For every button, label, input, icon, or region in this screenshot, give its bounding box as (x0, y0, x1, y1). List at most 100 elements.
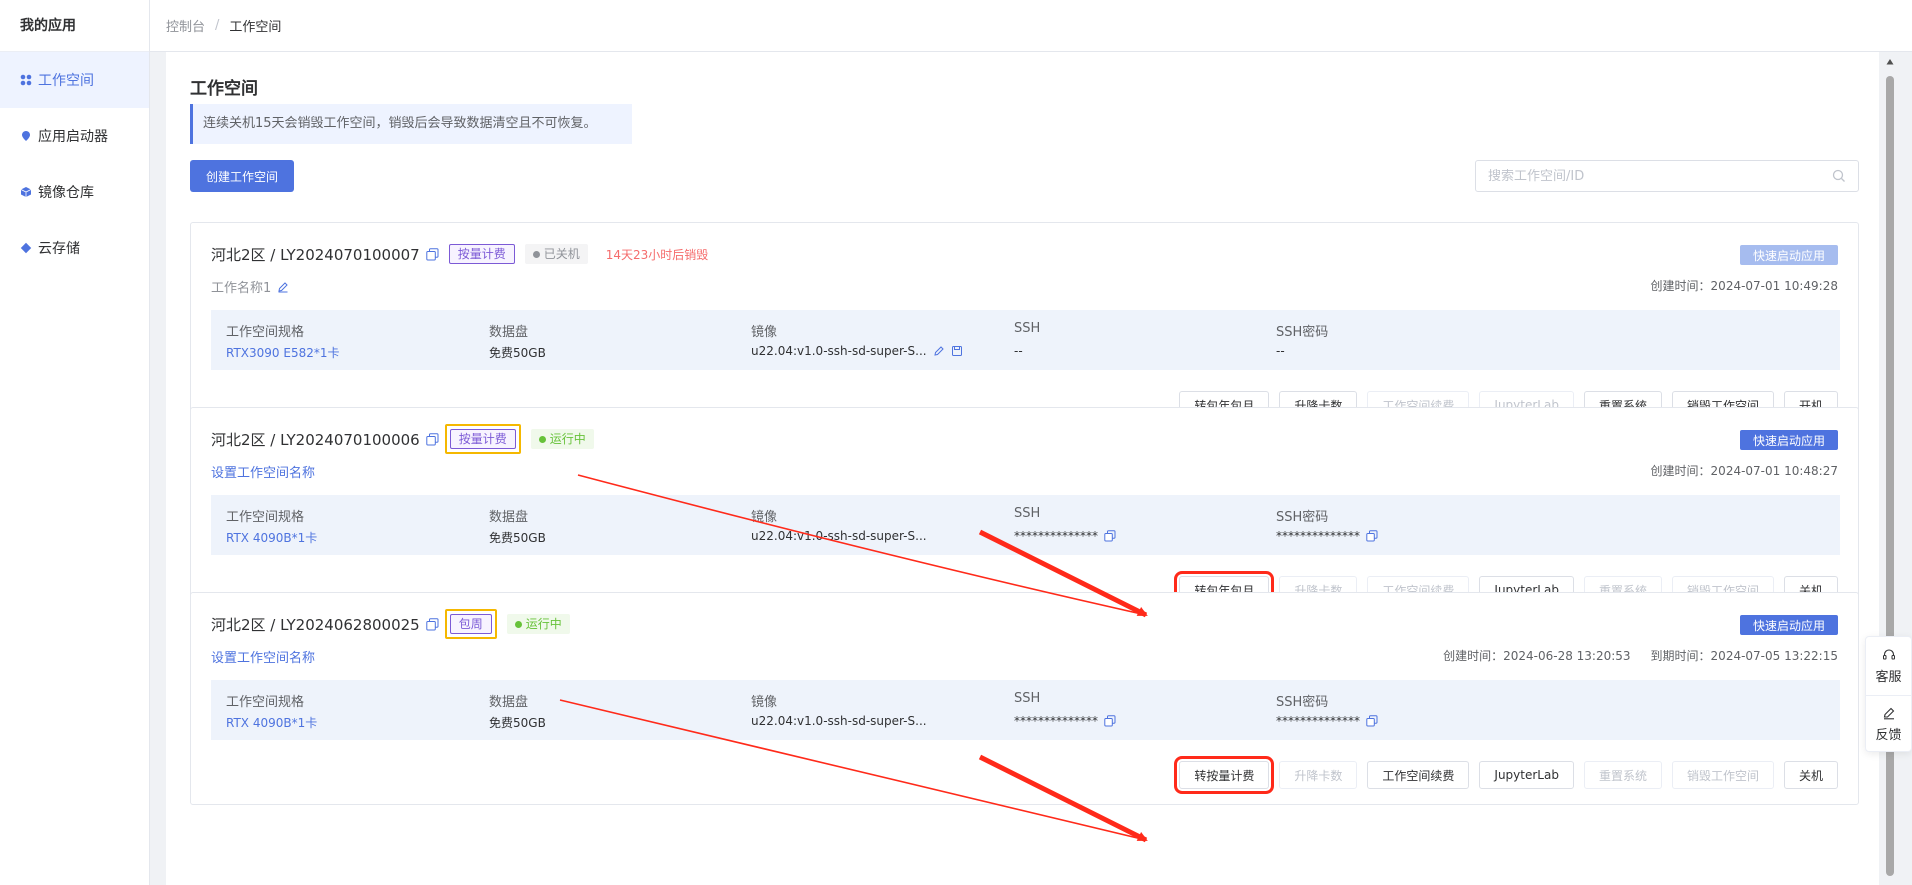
time-info: 创建时间：2024-06-28 13:20:53 到期时间：2024-07-05 … (1443, 647, 1838, 664)
sidebar-item-cloud-storage[interactable]: 云存储 (0, 220, 149, 276)
customer-service-button[interactable]: 客服 (1866, 637, 1911, 695)
quick-launch-button[interactable]: 快速启动应用 (1740, 245, 1838, 265)
workspace-info-panel: 工作空间规格 RTX 4090B*1卡 数据盘 免费50GB 镜像 u22.04:v1… (211, 680, 1840, 740)
customer-service-label: 客服 (1875, 669, 1902, 685)
image-label: 镜像 (751, 695, 778, 710)
workspace-label: 工作名称1 (211, 281, 272, 296)
billing-tag: 按量计费 (448, 244, 515, 264)
notice-banner: 连续关机15天会销毁工作空间，销毁后会导致数据清空且不可恢复。 (190, 104, 632, 144)
workspace-subtitle: 工作名称1 (211, 277, 289, 296)
headset-icon (1882, 648, 1895, 659)
reset-system-button[interactable]: 重置系统 (1583, 761, 1662, 789)
destroy-countdown: 14天23小时后销毁 (605, 247, 709, 262)
cloud-icon (20, 242, 32, 254)
image-field: u22.04:v1.0-ssh-sd-super-S... (751, 344, 963, 358)
disk-label: 数据盘 (489, 695, 529, 710)
status-text: 运行中 (549, 432, 586, 446)
power-off-button[interactable]: 关机 (1783, 761, 1838, 789)
copy-icon[interactable] (1104, 530, 1116, 542)
disk-value: 免费50GB (489, 531, 546, 545)
ssh-password-value: -- (1276, 344, 1285, 358)
action-bar: 转按量计费 升降卡数 工作空间续费 JupyterLab 重置系统 销毁工作空间… (1169, 756, 1838, 794)
status-badge: 已关机 (524, 244, 588, 264)
disk-label: 数据盘 (489, 510, 529, 525)
feedback-button[interactable]: 反馈 (1866, 695, 1911, 753)
search-input[interactable] (1488, 168, 1832, 184)
workspace-card: 河北2区 / LY2024062800025 包周 运行中 快速启动应用 设置工… (190, 592, 1859, 805)
floating-service-panel: 客服 反馈 (1865, 636, 1912, 752)
copy-icon[interactable] (1366, 715, 1378, 727)
ssh-password-field: ************** (1276, 529, 1378, 543)
status-badge: 运行中 (506, 614, 570, 634)
scroll-thumb[interactable] (1886, 76, 1894, 876)
sidebar-item-workspace[interactable]: 工作空间 (0, 52, 149, 108)
image-label: 镜像 (751, 510, 778, 525)
sidebar-title: 我的应用 (0, 0, 149, 52)
image-value: u22.04:v1.0-ssh-sd-super-S... (751, 344, 927, 358)
spec-value[interactable]: RTX 4090B*1卡 (226, 529, 317, 546)
spec-value[interactable]: RTX 4090B*1卡 (226, 714, 317, 731)
ssh-value: ************** (1014, 529, 1098, 543)
sidebar-item-label: 工作空间 (38, 73, 94, 89)
status-dot (538, 435, 546, 443)
spec-label: 工作空间规格 (226, 510, 305, 525)
feedback-label: 反馈 (1875, 728, 1902, 743)
breadcrumb-separator: / (215, 18, 220, 33)
ssh-label: SSH (1014, 691, 1041, 706)
ssh-label: SSH (1014, 321, 1041, 336)
set-name-link[interactable]: 设置工作空间名称 (211, 647, 315, 666)
copy-icon[interactable] (426, 247, 439, 261)
jupyterlab-button[interactable]: JupyterLab (1479, 761, 1574, 789)
ssh-password-label: SSH密码 (1276, 510, 1329, 525)
ssh-value: ************** (1014, 714, 1098, 728)
search-box (1475, 160, 1859, 192)
scale-cards-button[interactable]: 升降卡数 (1279, 761, 1358, 789)
billing-tag: 包周 (449, 614, 492, 634)
created-time: 创建时间：2024-07-01 10:48:27 (1650, 464, 1838, 478)
disk-value: 免费50GB (489, 716, 546, 730)
copy-icon[interactable] (426, 617, 439, 631)
ssh-field: ************** (1014, 529, 1116, 543)
breadcrumb-current: 工作空间 (229, 20, 282, 35)
copy-icon[interactable] (1104, 715, 1116, 727)
copy-icon[interactable] (426, 432, 439, 446)
sidebar-item-image-repo[interactable]: 镜像仓库 (0, 164, 149, 220)
search-icon[interactable] (1832, 169, 1846, 183)
edit-icon[interactable] (933, 345, 945, 357)
workspace-card: 河北2区 / LY2024070100006 按量计费 运行中 快速启动应用 设… (190, 407, 1859, 620)
grid-icon (20, 74, 32, 86)
ssh-password-label: SSH密码 (1276, 325, 1329, 340)
renew-button[interactable]: 工作空间续费 (1367, 761, 1470, 789)
convert-pay-as-you-go-button[interactable]: 转按量计费 (1174, 756, 1275, 794)
workspace-info-panel: 工作空间规格 RTX 4090B*1卡 数据盘 免费50GB 镜像 u22.04:v1… (211, 495, 1840, 555)
cube-icon (20, 186, 32, 198)
vertical-scrollbar[interactable] (1886, 52, 1894, 885)
status-dot (532, 250, 540, 258)
quick-launch-button[interactable]: 快速启动应用 (1740, 615, 1838, 635)
set-name-link[interactable]: 设置工作空间名称 (211, 462, 315, 481)
status-badge: 运行中 (530, 429, 594, 449)
workspace-name: 河北2区 / LY2024062800025 (211, 615, 420, 634)
main-panel: 工作空间 连续关机15天会销毁工作空间，销毁后会导致数据清空且不可恢复。 创建工… (166, 52, 1879, 885)
edit-icon[interactable] (277, 281, 289, 293)
ssh-password-field: ************** (1276, 714, 1378, 728)
sidebar-item-app-launcher[interactable]: 应用启动器 (0, 108, 149, 164)
sidebar: 我的应用 工作空间 应用启动器 镜像仓库 云存储 (0, 0, 150, 885)
disk-label: 数据盘 (489, 325, 529, 340)
billing-highlight: 按量计费 (444, 424, 521, 454)
copy-icon[interactable] (1366, 530, 1378, 542)
quick-launch-button[interactable]: 快速启动应用 (1740, 430, 1838, 450)
ssh-label: SSH (1014, 506, 1041, 521)
destroy-workspace-button[interactable]: 销毁工作空间 (1671, 761, 1774, 789)
ssh-field: ************** (1014, 714, 1116, 728)
create-workspace-button[interactable]: 创建工作空间 (190, 160, 294, 192)
save-icon[interactable] (951, 345, 963, 357)
disk-value: 免费50GB (489, 346, 546, 360)
sidebar-item-label: 应用启动器 (38, 129, 108, 145)
image-value: u22.04:v1.0-ssh-sd-super-S... (751, 714, 927, 728)
breadcrumb-root[interactable]: 控制台 (166, 16, 205, 35)
spec-label: 工作空间规格 (226, 325, 305, 340)
scroll-up-icon[interactable] (1886, 58, 1894, 66)
spec-value[interactable]: RTX3090 E582*1卡 (226, 344, 340, 361)
pin-icon (20, 130, 32, 142)
